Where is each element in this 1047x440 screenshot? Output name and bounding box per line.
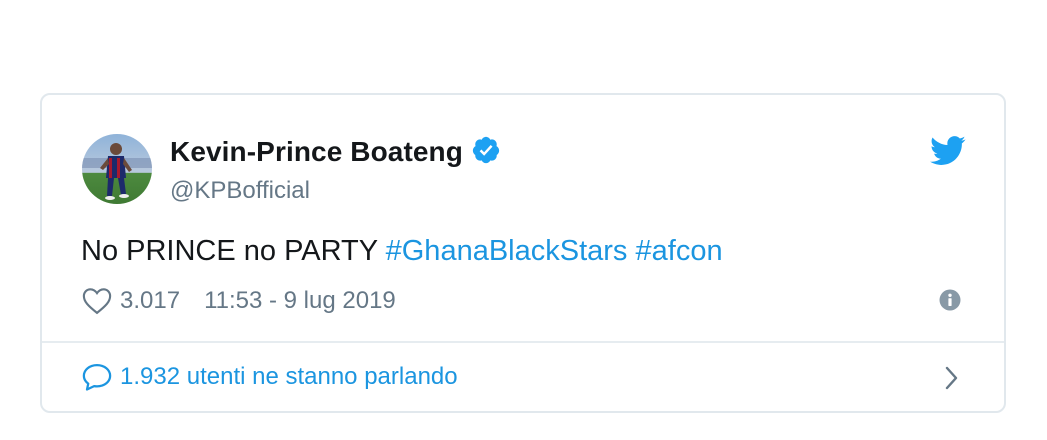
info-icon[interactable]: [939, 289, 961, 311]
chevron-right-icon[interactable]: [941, 365, 961, 391]
conversation-link[interactable]: 1.932 utenti ne stanno parlando: [82, 361, 458, 393]
user-handle[interactable]: @KPBofficial: [170, 177, 310, 205]
reply-bubble-icon: [82, 364, 112, 391]
like-count[interactable]: 3.017: [120, 287, 180, 315]
twitter-bird-icon[interactable]: [930, 135, 966, 167]
verified-badge-icon: [472, 136, 500, 164]
hashtag-link[interactable]: #GhanaBlackStars: [386, 235, 628, 267]
avatar[interactable]: [82, 134, 152, 204]
tweet-meta-row: 3.017 11:53 - 9 lug 2019: [82, 285, 396, 317]
divider: [42, 341, 1004, 343]
tweet-text-plain: No PRINCE no PARTY: [81, 235, 386, 267]
hashtag-link[interactable]: #afcon: [636, 235, 723, 267]
avatar-photo: [82, 134, 152, 204]
heart-icon[interactable]: [82, 287, 112, 315]
conversation-count-text[interactable]: 1.932 utenti ne stanno parlando: [120, 363, 458, 391]
tweet-text: No PRINCE no PARTY #GhanaBlackStars #afc…: [81, 235, 723, 268]
tweet-card[interactable]: Kevin-Prince Boateng @KPBofficial No PRI…: [40, 93, 1006, 413]
tweet-timestamp[interactable]: 11:53 - 9 lug 2019: [204, 287, 396, 315]
display-name-text[interactable]: Kevin-Prince Boateng: [170, 136, 463, 167]
display-name[interactable]: Kevin-Prince Boateng: [170, 135, 501, 168]
